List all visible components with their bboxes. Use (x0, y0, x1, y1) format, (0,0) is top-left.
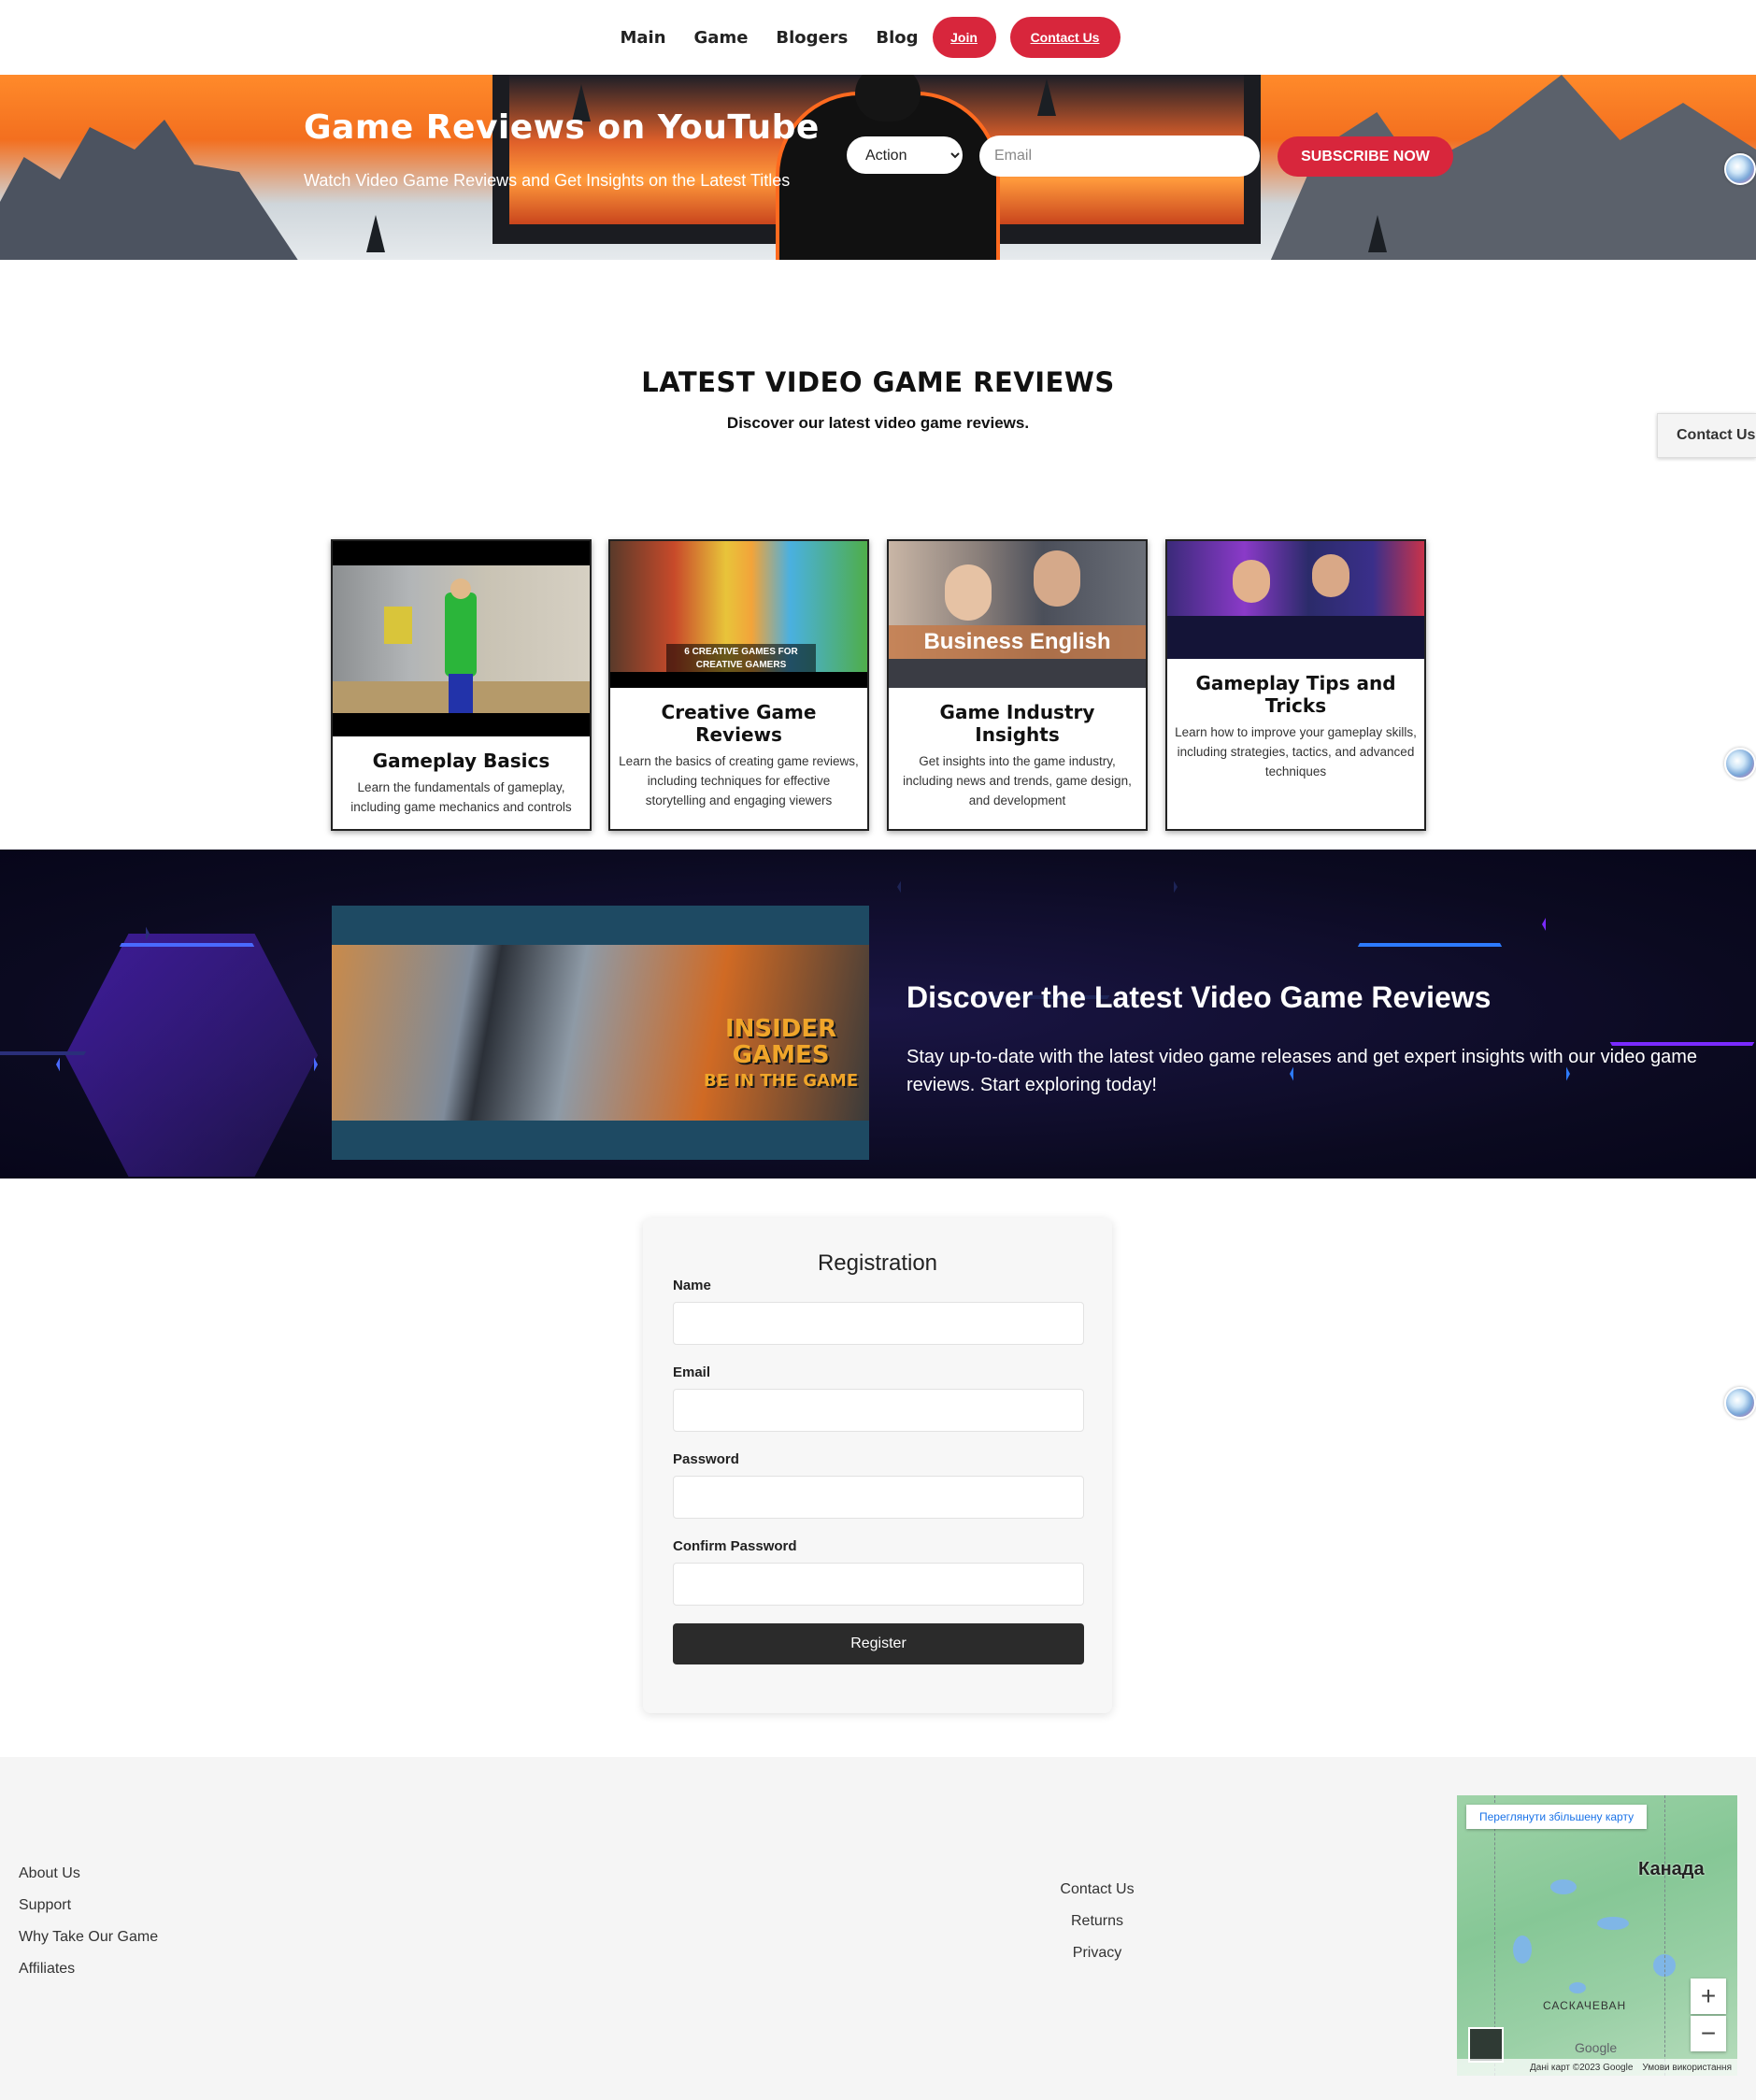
card-image (333, 541, 590, 736)
map-region-label: САСКАЧЕВАН (1543, 1999, 1627, 2012)
feature-section: INSIDER GAMES BE IN THE GAME Discover th… (0, 850, 1756, 1179)
hex-decor (897, 850, 1178, 999)
hero-banner: Game Reviews on YouTube Watch Video Game… (0, 75, 1756, 260)
tree (1368, 215, 1387, 252)
map-border-line (1664, 1795, 1665, 2076)
footer-contact-link[interactable]: Contact Us (1028, 1881, 1166, 1913)
contact-us-tab[interactable]: Contact Us (1657, 413, 1756, 458)
hero-subtitle: Watch Video Game Reviews and Get Insight… (304, 171, 791, 190)
feature-title: Discover the Latest Video Game Reviews (907, 980, 1492, 1014)
latest-title: LATEST VIDEO GAME REVIEWS (641, 366, 1115, 398)
footer-support-link[interactable]: Support (19, 1897, 158, 1929)
chat-avatar-icon[interactable] (1724, 153, 1756, 185)
feature-text: Stay up-to-date with the latest video ga… (907, 1047, 1698, 1095)
card-title: Creative Game Reviews (661, 701, 817, 746)
feature-image-logo: INSIDER GAMES BE IN THE GAME (704, 1016, 858, 1094)
mountain-left (0, 120, 299, 260)
hero-title: Game Reviews on YouTube (304, 108, 820, 147)
map-lake (1569, 1982, 1586, 1993)
satellite-toggle[interactable] (1468, 2027, 1504, 2063)
card-industry-insights[interactable]: Business English Game Industry Insights … (887, 539, 1148, 831)
gamer-head (855, 75, 921, 121)
card-title: Game Industry Insights (939, 701, 1095, 746)
footer-returns-link[interactable]: Returns (1028, 1913, 1166, 1945)
name-label: Name (673, 1278, 711, 1293)
nav-main[interactable]: Main (620, 28, 665, 48)
card-text: Learn the fundamentals of gameplay, incl… (350, 780, 572, 814)
nav-blog[interactable]: Blog (876, 28, 918, 48)
password-label: Password (673, 1451, 739, 1467)
latest-subtitle: Discover our latest video game reviews. (726, 414, 1030, 432)
card-image-caption: 6 CREATIVE GAMES FOR CREATIVE GAMERS (666, 644, 816, 672)
footer-left-links: About Us Support Why Take Our Game Affil… (19, 1865, 158, 1993)
hex-decor (1542, 850, 1756, 1046)
chat-avatar-icon[interactable] (1724, 748, 1756, 779)
feature-image: INSIDER GAMES BE IN THE GAME (332, 906, 869, 1160)
nav-blogers[interactable]: Blogers (776, 28, 848, 48)
logo-line-1: INSIDER (724, 1015, 837, 1043)
footer-privacy-link[interactable]: Privacy (1028, 1945, 1166, 1977)
name-field[interactable] (673, 1302, 1084, 1345)
email-label: Email (673, 1364, 711, 1380)
zoom-in-button[interactable]: + (1691, 1979, 1726, 2014)
tree (366, 215, 385, 252)
zoom-out-button[interactable]: − (1691, 2016, 1726, 2051)
review-cards: Gameplay Basics Learn the fundamentals o… (331, 539, 1426, 831)
map-lake (1513, 1936, 1532, 1964)
map-attribution: Дані карт ©2023 Google Умови використанн… (1457, 2059, 1737, 2076)
card-text: Learn the basics of creating game review… (619, 754, 859, 807)
nav-game[interactable]: Game (694, 28, 749, 48)
view-larger-map-button[interactable]: Переглянути збільшену карту (1466, 1805, 1648, 1829)
map-country-label: Канада (1638, 1859, 1705, 1879)
join-button[interactable]: Join (932, 17, 996, 58)
map-lake (1550, 1879, 1577, 1894)
map-embed[interactable]: Переглянути збільшену карту Канада САСКА… (1457, 1795, 1737, 2076)
map-data-credit: Дані карт ©2023 Google (1530, 2062, 1634, 2073)
logo-line-2: GAMES (732, 1041, 830, 1069)
email-input[interactable] (979, 136, 1260, 177)
card-text: Learn how to improve your gameplay skill… (1175, 725, 1417, 779)
tree (1037, 79, 1056, 116)
card-image (1167, 541, 1424, 659)
subscribe-button[interactable]: SUBSCRIBE NOW (1278, 136, 1453, 177)
registration-form: Registration Name Email Password Confirm… (643, 1218, 1112, 1713)
card-title: Gameplay Tips and Tricks (1195, 672, 1396, 717)
card-gameplay-basics[interactable]: Gameplay Basics Learn the fundamentals o… (331, 539, 592, 831)
chat-avatar-icon[interactable] (1724, 1387, 1756, 1419)
footer-about-link[interactable]: About Us (19, 1865, 158, 1897)
footer-affiliates-link[interactable]: Affiliates (19, 1961, 158, 1993)
confirm-password-field[interactable] (673, 1563, 1084, 1606)
contact-us-button[interactable]: Contact Us (1009, 17, 1121, 58)
footer-mid-links: Contact Us Returns Privacy (1028, 1881, 1166, 1977)
google-logo: Google (1575, 2040, 1618, 2055)
top-nav: Main Game Blogers Blog Join Contact Us (0, 0, 1756, 75)
confirm-password-label: Confirm Password (673, 1538, 797, 1554)
map-terms-link[interactable]: Умови використання (1642, 2063, 1732, 2073)
footer-why-link[interactable]: Why Take Our Game (19, 1929, 158, 1961)
card-text: Get insights into the game industry, inc… (903, 754, 1132, 807)
register-button[interactable]: Register (673, 1623, 1084, 1664)
card-creative-reviews[interactable]: 6 CREATIVE GAMES FOR CREATIVE GAMERS Cre… (608, 539, 869, 831)
registration-title: Registration (817, 1250, 938, 1276)
card-tips-tricks[interactable]: Gameplay Tips and Tricks Learn how to im… (1165, 539, 1426, 831)
card-image-caption: Business English (889, 625, 1146, 659)
email-field[interactable] (673, 1389, 1084, 1432)
map-lake (1597, 1917, 1629, 1930)
card-image: 6 CREATIVE GAMES FOR CREATIVE GAMERS (610, 541, 867, 688)
card-image: Business English (889, 541, 1146, 688)
card-title: Gameplay Basics (372, 750, 550, 772)
logo-tagline: BE IN THE GAME (704, 1071, 859, 1091)
password-field[interactable] (673, 1476, 1084, 1519)
genre-select[interactable]: Action (847, 136, 963, 174)
